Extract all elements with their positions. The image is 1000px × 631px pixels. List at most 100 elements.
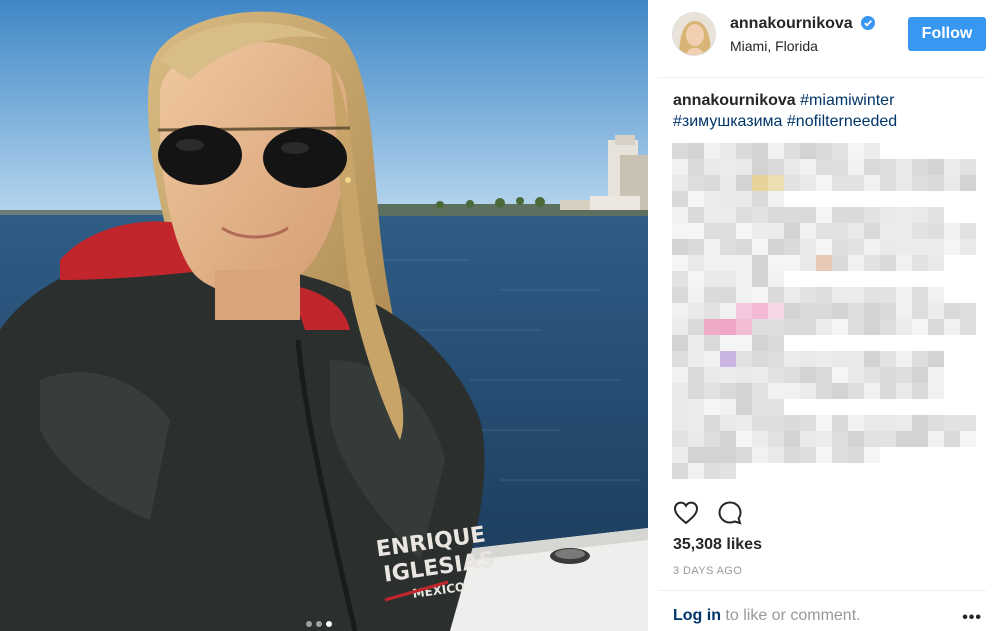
post-photo[interactable]: ENRIQUE IGLESIAS MEXICO [0, 0, 648, 631]
pixel-tile [944, 415, 960, 431]
pixel-tile [672, 175, 688, 191]
pixel-tile [704, 255, 720, 271]
pixel-tile [848, 143, 864, 159]
carousel-dot-active[interactable] [326, 621, 332, 627]
pixel-tile [832, 207, 848, 223]
avatar[interactable] [672, 12, 716, 56]
pixel-tile [720, 175, 736, 191]
pixel-tile [768, 255, 784, 271]
pixel-tile [704, 399, 720, 415]
pixel-tile [720, 447, 736, 463]
pixel-tile [800, 255, 816, 271]
post-caption: annakournikova #miamiwinter #зимушказима… [673, 90, 983, 132]
pixel-tile [864, 351, 880, 367]
pixel-tile [800, 143, 816, 159]
like-count[interactable]: 35,308 likes [673, 536, 762, 554]
pixel-tile [736, 319, 752, 335]
pixel-tile [672, 159, 688, 175]
pixel-tile [912, 319, 928, 335]
pixel-tile [704, 383, 720, 399]
pixel-tile [816, 287, 832, 303]
pixel-tile [880, 319, 896, 335]
pixel-tile [832, 383, 848, 399]
post-location[interactable]: Miami, Florida [730, 38, 818, 54]
pixel-tile [752, 319, 768, 335]
pixel-tile [752, 159, 768, 175]
pixel-tile [752, 143, 768, 159]
pixel-tile [672, 303, 688, 319]
pixel-tile [880, 303, 896, 319]
pixel-tile [800, 207, 816, 223]
pixel-tile [736, 175, 752, 191]
pixel-tile [752, 271, 768, 287]
pixel-tile [912, 367, 928, 383]
pixel-tile [672, 399, 688, 415]
pixel-tile [752, 207, 768, 223]
pixel-tile [944, 319, 960, 335]
pixel-tile [928, 415, 944, 431]
pixel-tile [736, 447, 752, 463]
pixel-tile [896, 223, 912, 239]
pixel-tile [688, 303, 704, 319]
pixel-tile [672, 447, 688, 463]
pixel-tile [832, 239, 848, 255]
pixel-tile [800, 303, 816, 319]
login-link[interactable]: Log in [673, 607, 721, 624]
pixel-tile [720, 367, 736, 383]
pixel-tile [720, 255, 736, 271]
pixel-tile [704, 303, 720, 319]
pixel-tile [928, 207, 944, 223]
heart-outline-icon[interactable] [672, 499, 700, 527]
author-username[interactable]: annakournikova [730, 15, 853, 33]
pixel-tile [880, 383, 896, 399]
pixel-tile [896, 159, 912, 175]
pixel-tile [880, 415, 896, 431]
carousel-dot[interactable] [306, 621, 312, 627]
pixel-tile [864, 431, 880, 447]
post-side-panel: annakournikova Miami, Florida Follow ann… [648, 0, 1000, 631]
pixel-tile [672, 351, 688, 367]
pixel-tile [944, 223, 960, 239]
pixel-tile [736, 239, 752, 255]
caption-username[interactable]: annakournikova [673, 92, 796, 109]
pixel-tile [832, 143, 848, 159]
pixel-tile [736, 303, 752, 319]
hashtag-link[interactable]: #nofilterneeded [787, 113, 897, 130]
pixel-tile [736, 383, 752, 399]
pixel-tile [768, 143, 784, 159]
pixel-tile [736, 159, 752, 175]
pixel-tile [880, 255, 896, 271]
pixelated-comments [672, 143, 988, 493]
pixel-tile [864, 367, 880, 383]
pixel-tile [688, 287, 704, 303]
pixel-tile [720, 159, 736, 175]
hashtag-link[interactable]: #miamiwinter [800, 92, 894, 109]
pixel-tile [880, 239, 896, 255]
pixel-tile [768, 367, 784, 383]
pixel-tile [768, 335, 784, 351]
pixel-tile [752, 367, 768, 383]
pixel-tile [864, 255, 880, 271]
pixel-tile [752, 351, 768, 367]
pixel-tile [880, 207, 896, 223]
pixel-tile [768, 191, 784, 207]
pixel-tile [928, 159, 944, 175]
hashtag-link[interactable]: #зимушказима [673, 113, 782, 130]
follow-button[interactable]: Follow [908, 17, 986, 51]
pixel-tile [912, 287, 928, 303]
post-actions [672, 499, 744, 527]
pixel-tile [768, 431, 784, 447]
pixel-tile [848, 415, 864, 431]
pixel-tile [688, 143, 704, 159]
pixel-tile [688, 255, 704, 271]
comment-bubble-icon[interactable] [716, 499, 744, 527]
post-timestamp[interactable]: 3 DAYS AGO [673, 565, 742, 577]
pixel-tile [816, 431, 832, 447]
pixel-tile [704, 335, 720, 351]
pixel-tile [880, 367, 896, 383]
carousel-dot[interactable] [316, 621, 322, 627]
more-options-icon[interactable]: ••• [962, 610, 982, 626]
pixel-tile [688, 239, 704, 255]
pixel-tile [672, 431, 688, 447]
pixel-tile [896, 239, 912, 255]
